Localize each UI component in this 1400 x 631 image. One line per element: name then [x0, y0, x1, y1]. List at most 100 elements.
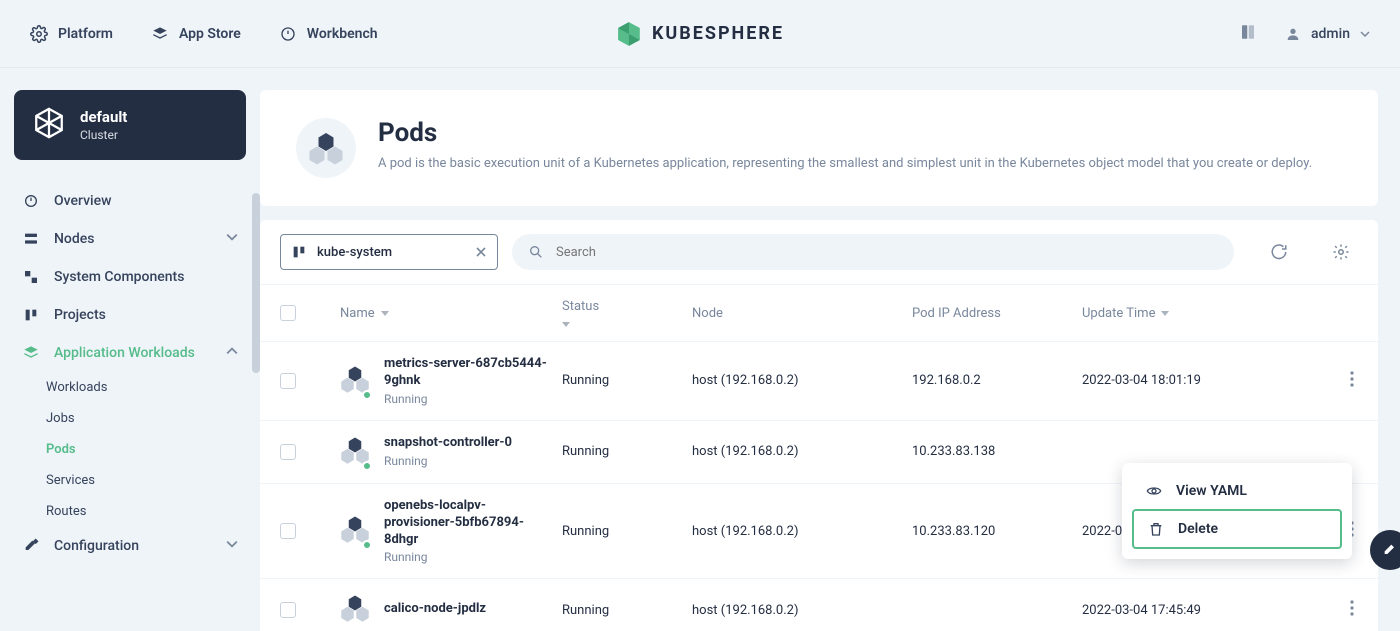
sidebar: default Cluster Overview Nodes System Co… [0, 68, 260, 631]
components-icon [22, 268, 40, 286]
dashboard-icon [22, 192, 40, 210]
pod-icon [340, 593, 370, 627]
page-desc: A pod is the basic execution unit of a K… [378, 154, 1312, 175]
row-checkbox[interactable] [280, 444, 296, 460]
table-header: Name Status Node Pod IP Address Update T… [260, 284, 1378, 342]
project-icon [291, 244, 307, 260]
sort-icon [562, 322, 570, 327]
node-cell: host (192.168.0.2) [692, 444, 912, 459]
table-row: metrics-server-687cb5444-9ghnkRunning Ru… [260, 342, 1378, 421]
clear-filter-icon[interactable] [475, 243, 487, 262]
row-actions-menu: View YAML Delete [1122, 463, 1352, 559]
search-box[interactable] [512, 234, 1234, 270]
pods-icon [296, 118, 356, 178]
status-cell: Running [562, 373, 692, 388]
row-actions-button[interactable] [1346, 367, 1358, 395]
nav-services[interactable]: Services [46, 465, 246, 496]
top-bar: Platform App Store Workbench KUBESPHERE [0, 0, 1400, 68]
cluster-selector[interactable]: default Cluster [14, 90, 246, 160]
nav-configuration[interactable]: Configuration [14, 527, 246, 565]
nav-projects[interactable]: Projects [14, 296, 246, 334]
docs-icon[interactable] [1239, 23, 1257, 45]
status-dot-icon [362, 390, 372, 400]
search-input[interactable] [556, 245, 1218, 260]
pod-name-link[interactable]: openebs-localpv-provisioner-5bfb67894-8d… [384, 498, 550, 549]
row-checkbox[interactable] [280, 523, 296, 539]
status-dot-icon [362, 461, 372, 471]
appstore-link[interactable]: App Store [151, 25, 241, 43]
col-name[interactable]: Name [340, 306, 562, 321]
node-cell: host (192.168.0.2) [692, 603, 912, 618]
status-cell: Running [562, 444, 692, 459]
pod-icon [340, 514, 370, 548]
row-checkbox[interactable] [280, 373, 296, 389]
time-cell: 2022-03-04 17:45:49 [1082, 603, 1302, 618]
pod-name-link[interactable]: snapshot-controller-0 [384, 435, 512, 452]
stack-icon [151, 25, 169, 43]
col-node: Node [692, 306, 912, 321]
brand-logo[interactable]: KUBESPHERE [616, 21, 784, 47]
pod-icon [340, 435, 370, 469]
ip-cell: 192.168.0.2 [912, 373, 1082, 388]
ip-cell: 10.233.83.120 [912, 524, 1082, 539]
time-cell: 2022-03-04 18:01:19 [1082, 373, 1302, 388]
nav-routes[interactable]: Routes [46, 496, 246, 527]
gear-icon [30, 25, 48, 43]
hammer-icon [22, 537, 40, 555]
platform-menu[interactable]: Platform [30, 25, 113, 43]
chevron-down-icon [226, 538, 238, 554]
row-actions-button[interactable] [1346, 596, 1358, 624]
nav-system-components[interactable]: System Components [14, 258, 246, 296]
nav-workloads[interactable]: Workloads [46, 372, 246, 403]
status-cell: Running [562, 603, 692, 618]
page-header: Pods A pod is the basic execution unit o… [260, 90, 1378, 206]
workbench-link[interactable]: Workbench [279, 25, 378, 43]
eye-icon [1146, 483, 1162, 499]
page-title: Pods [378, 118, 1312, 148]
status-cell: Running [562, 524, 692, 539]
row-checkbox[interactable] [280, 602, 296, 618]
status-dot-icon [362, 540, 372, 550]
nav-pods[interactable]: Pods [46, 434, 246, 465]
table-toolbar: kube-system [260, 220, 1378, 284]
nav-jobs[interactable]: Jobs [46, 403, 246, 434]
chevron-down-icon [1360, 29, 1370, 39]
nodes-icon [22, 230, 40, 248]
scrollbar-thumb[interactable] [252, 193, 260, 373]
sort-icon [1161, 311, 1169, 316]
node-cell: host (192.168.0.2) [692, 524, 912, 539]
col-status[interactable]: Status [562, 299, 692, 327]
nav-overview[interactable]: Overview [14, 182, 246, 220]
menu-view-yaml[interactable]: View YAML [1132, 473, 1342, 509]
hammer-icon [1382, 542, 1398, 558]
workloads-icon [22, 344, 40, 362]
refresh-button[interactable] [1262, 235, 1296, 269]
node-cell: host (192.168.0.2) [692, 373, 912, 388]
table-row: snapshot-controller-0Running Running hos… [260, 421, 1378, 484]
settings-button[interactable] [1324, 235, 1358, 269]
pod-name-link[interactable]: calico-node-jpdlz [384, 601, 486, 618]
table-row: calico-node-jpdlz Running host (192.168.… [260, 579, 1378, 631]
chevron-up-icon [226, 345, 238, 361]
col-ip: Pod IP Address [912, 306, 1082, 321]
dashboard-icon [279, 25, 297, 43]
namespace-filter-chip[interactable]: kube-system [280, 234, 498, 270]
select-all-checkbox[interactable] [280, 305, 296, 321]
chevron-down-icon [226, 231, 238, 247]
ip-cell: 10.233.83.138 [912, 444, 1082, 459]
nav-application-workloads[interactable]: Application Workloads [14, 334, 246, 372]
col-updated[interactable]: Update Time [1082, 306, 1302, 321]
user-menu[interactable]: admin [1285, 26, 1370, 42]
menu-delete[interactable]: Delete [1132, 509, 1342, 549]
pod-icon [340, 364, 370, 398]
nav-nodes[interactable]: Nodes [14, 220, 246, 258]
sort-icon [381, 311, 389, 316]
projects-icon [22, 306, 40, 324]
cluster-icon [32, 106, 66, 144]
cluster-name: default [80, 108, 127, 126]
pod-name-link[interactable]: metrics-server-687cb5444-9ghnk [384, 356, 550, 390]
trash-icon [1148, 521, 1164, 537]
user-icon [1285, 26, 1301, 42]
kubesphere-logo-icon [616, 21, 642, 47]
search-icon [528, 244, 544, 260]
